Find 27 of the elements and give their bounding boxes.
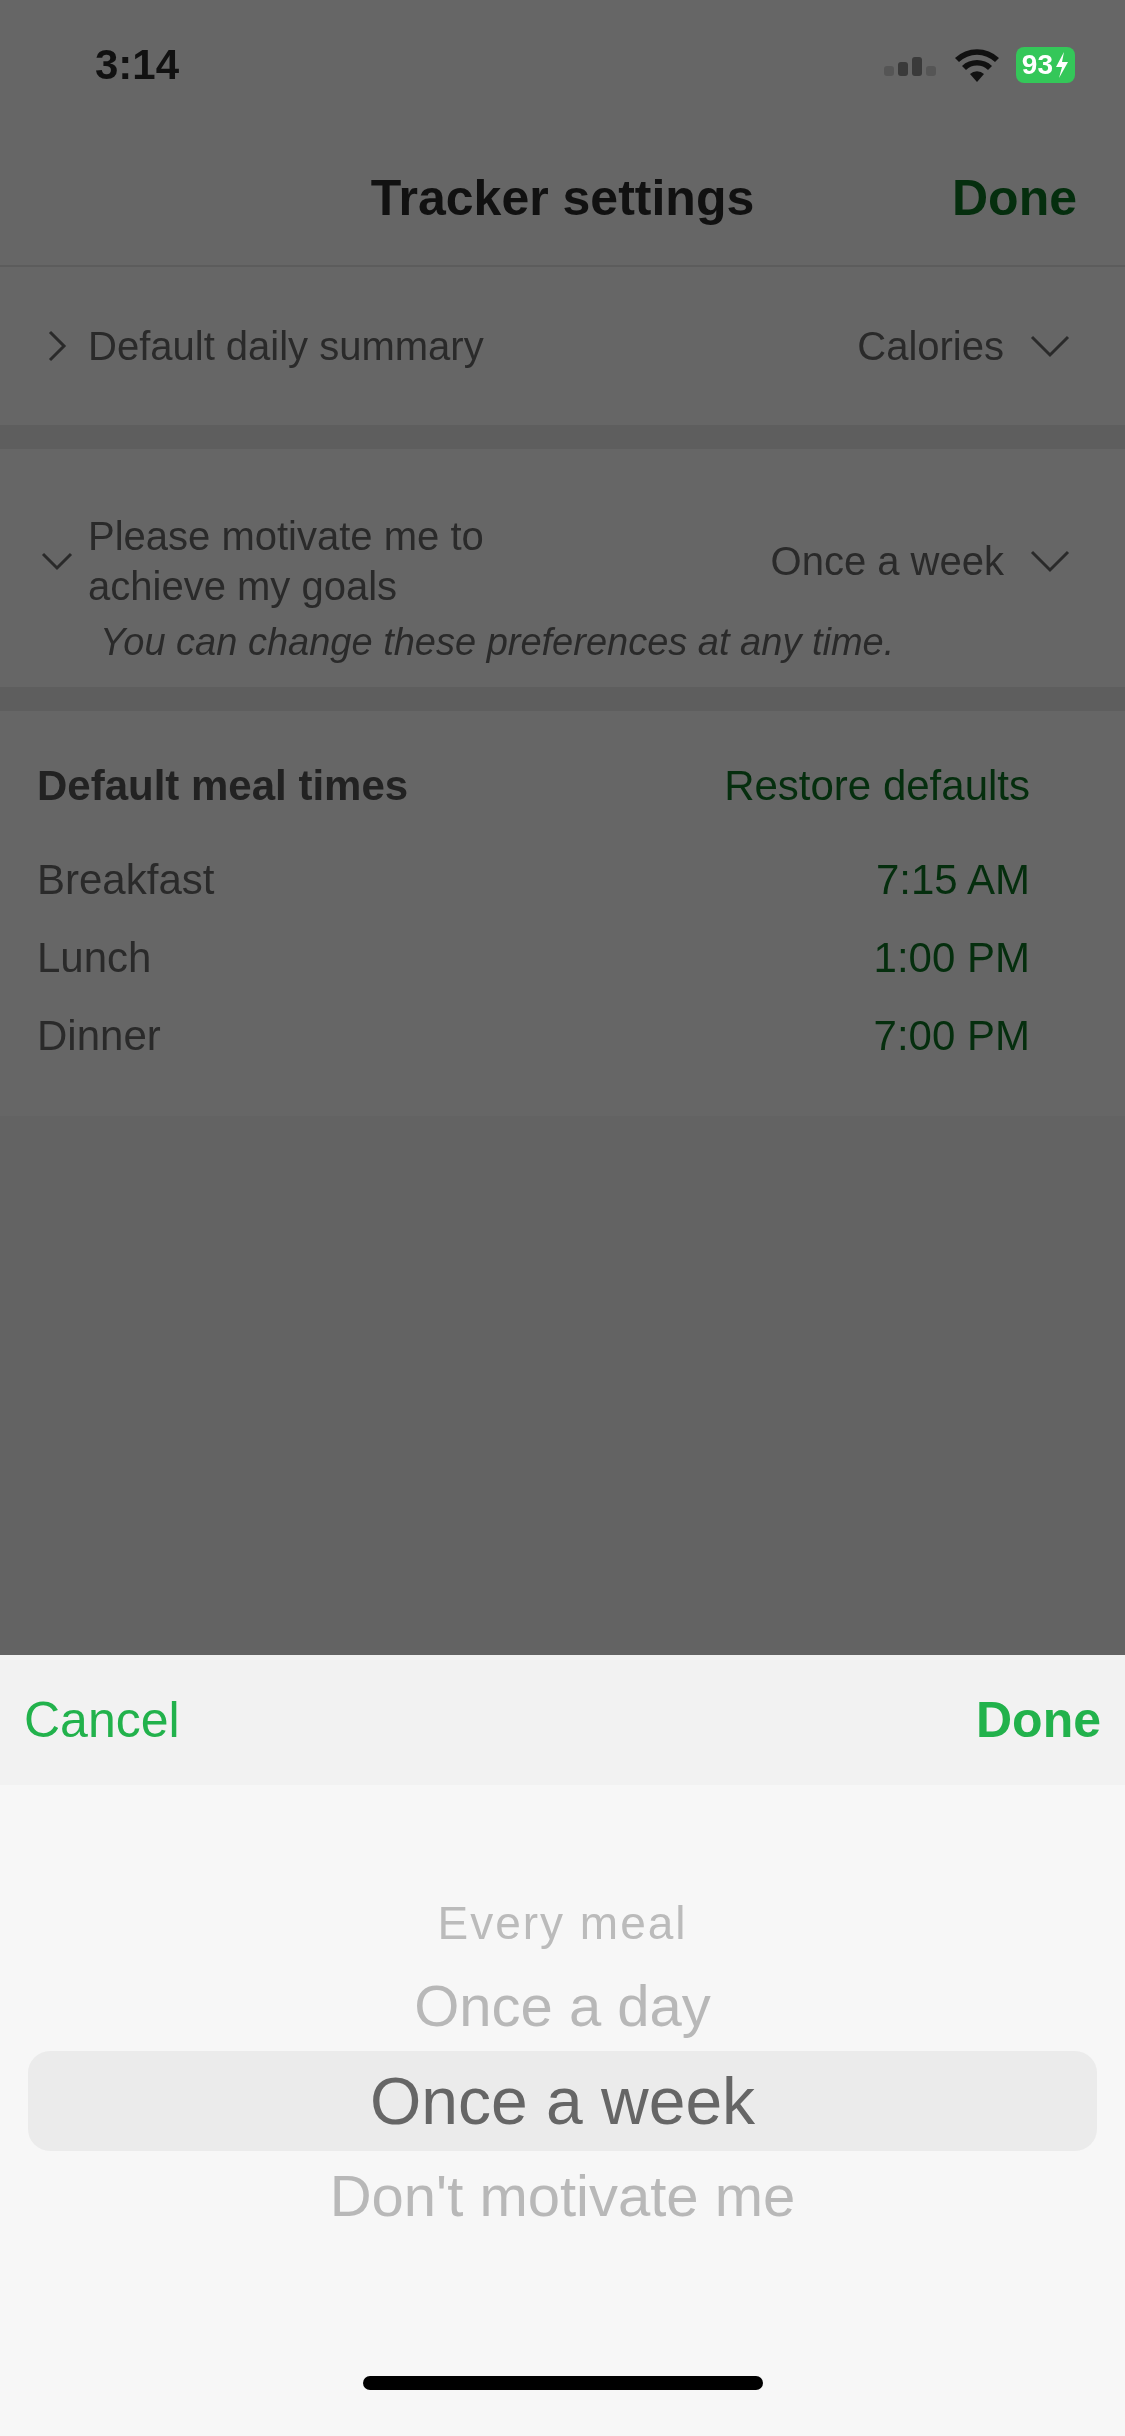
battery-indicator: 93 bbox=[1015, 47, 1075, 83]
section-heading: Default meal times bbox=[37, 762, 409, 810]
meal-name: Lunch bbox=[37, 934, 152, 982]
dropdown[interactable]: Once a week bbox=[770, 538, 1070, 584]
meal-name: Breakfast bbox=[37, 856, 215, 904]
time-value[interactable]: 7:15 AM bbox=[875, 856, 1030, 904]
done-button[interactable]: Done bbox=[952, 168, 1077, 227]
setting-label: Default daily summary bbox=[88, 323, 485, 370]
cancel-button[interactable]: Cancel bbox=[24, 1691, 180, 1749]
picker-option[interactable]: Once a day bbox=[28, 1961, 1097, 2051]
status-time: 3:14 bbox=[95, 41, 180, 89]
picker-option[interactable]: Once a week bbox=[28, 2051, 1097, 2151]
signal-icon bbox=[883, 54, 938, 76]
restore-defaults-link[interactable]: Restore defaults bbox=[724, 762, 1030, 810]
picker-option[interactable]: Every meal bbox=[28, 1885, 1097, 1961]
dropdown[interactable]: Calories bbox=[857, 323, 1070, 369]
done-button[interactable]: Done bbox=[976, 1691, 1101, 1749]
picker-option[interactable]: Don't motivate me bbox=[28, 2151, 1097, 2241]
chevron-down-icon bbox=[1030, 549, 1070, 573]
screen-title: Tracker settings bbox=[370, 168, 755, 227]
time-value[interactable]: 1:00 PM bbox=[873, 934, 1030, 982]
hint-text: You can change these preferences at any time. bbox=[100, 621, 896, 664]
meal-name: Dinner bbox=[37, 1012, 161, 1060]
time-value[interactable]: 7:00 PM bbox=[873, 1012, 1030, 1060]
wifi-icon bbox=[953, 48, 1000, 82]
setting-label: Please motivate me to achieve my goals bbox=[88, 513, 485, 610]
chevron-down-icon bbox=[1030, 334, 1070, 358]
